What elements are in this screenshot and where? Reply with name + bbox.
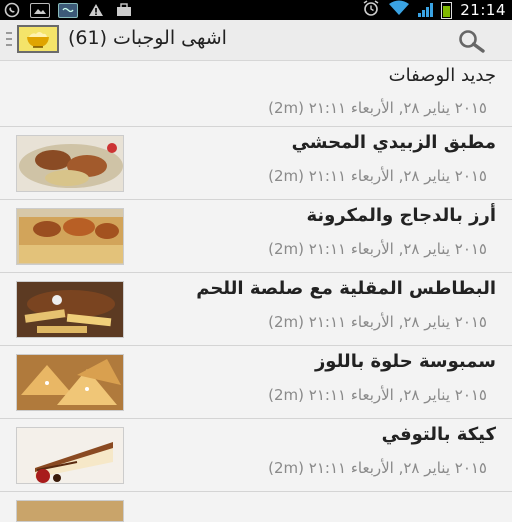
list-item[interactable]: البطاطس المقلية مع صلصة اللحم ٢٠١٥ يناير…	[0, 273, 512, 346]
page-title: اشهى الوجبات (61)	[68, 27, 227, 49]
list-item[interactable]: مطبق الزبيدي المحشي ٢٠١٥ يناير ٢٨, الأرب…	[0, 127, 512, 200]
recipe-thumbnail	[16, 208, 124, 265]
warning-icon	[86, 2, 106, 18]
list-item[interactable]: سمبوسة حلوة باللوز ٢٠١٥ يناير ٢٨, الأربع…	[0, 346, 512, 419]
action-bar: اشهى الوجبات (61)	[0, 20, 512, 61]
food-bowl-icon	[27, 32, 49, 48]
list-item-meta: ٢٠١٥ يناير ٢٨, الأربعاء ٢١:١١ (2m)	[268, 240, 487, 258]
recipe-thumbnail	[16, 500, 124, 522]
recipe-thumbnail	[16, 427, 124, 484]
list-item-title: البطاطس المقلية مع صلصة اللحم	[196, 278, 496, 299]
list-item[interactable]	[0, 492, 512, 522]
status-bar: 21:14	[0, 0, 512, 20]
list-header-meta: ٢٠١٥ يناير ٢٨, الأربعاء ٢١:١١ (2m)	[268, 99, 487, 117]
list-item-meta: ٢٠١٥ يناير ٢٨, الأربعاء ٢١:١١ (2m)	[268, 313, 487, 331]
notification-icons	[2, 1, 134, 19]
whatsapp-icon	[2, 2, 22, 18]
list-item-title: أرز بالدجاج والمكرونة	[306, 205, 496, 226]
bag-icon	[114, 2, 134, 18]
recipe-thumbnail	[16, 354, 124, 411]
alarm-icon	[362, 0, 380, 20]
list-item-title: كيكة بالتوفي	[381, 424, 496, 445]
list-item-title: سمبوسة حلوة باللوز	[314, 351, 496, 372]
list-item-meta: ٢٠١٥ يناير ٢٨, الأربعاء ٢١:١١ (2m)	[268, 386, 487, 404]
system-status: 21:14	[362, 0, 506, 20]
list-header[interactable]: جديد الوصفات ٢٠١٥ يناير ٢٨, الأربعاء ٢١:…	[0, 61, 512, 127]
signal-icon	[418, 3, 434, 17]
sim-icon	[58, 2, 78, 18]
list-item-title: مطبق الزبيدي المحشي	[291, 132, 496, 153]
recipe-thumbnail	[16, 281, 124, 338]
list-item[interactable]: أرز بالدجاج والمكرونة ٢٠١٥ يناير ٢٨, الأ…	[0, 200, 512, 273]
list-header-title: جديد الوصفات	[388, 65, 496, 86]
recipe-thumbnail	[16, 135, 124, 192]
list-item-meta: ٢٠١٥ يناير ٢٨, الأربعاء ٢١:١١ (2m)	[268, 167, 487, 185]
clock: 21:14	[460, 1, 506, 19]
recipe-list: جديد الوصفات ٢٠١٥ يناير ٢٨, الأربعاء ٢١:…	[0, 61, 512, 522]
menu-icon[interactable]	[6, 32, 12, 46]
list-item-meta: ٢٠١٥ يناير ٢٨, الأربعاء ٢١:١١ (2m)	[268, 459, 487, 477]
list-item[interactable]: كيكة بالتوفي ٢٠١٥ يناير ٢٨, الأربعاء ٢١:…	[0, 419, 512, 492]
search-icon[interactable]	[459, 29, 490, 53]
image-icon	[30, 2, 50, 18]
battery-icon	[441, 1, 453, 19]
wifi-icon	[388, 0, 410, 20]
app-logo[interactable]	[17, 25, 59, 53]
